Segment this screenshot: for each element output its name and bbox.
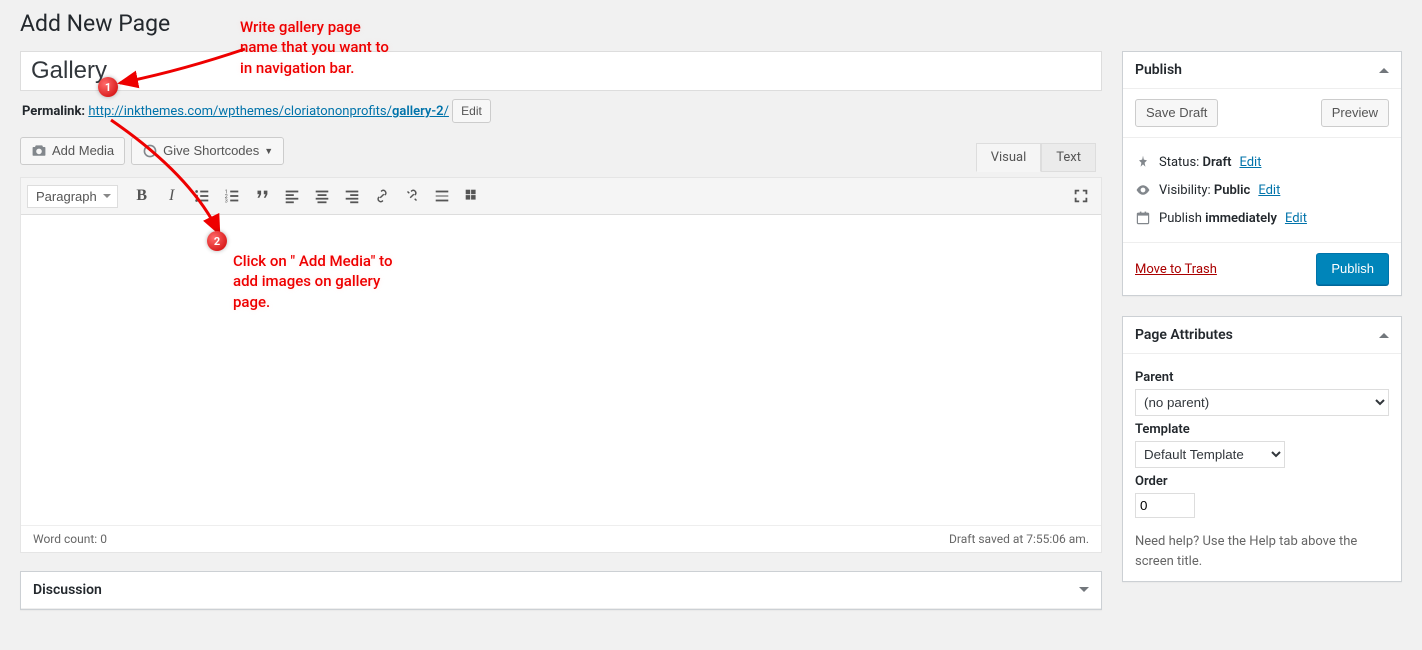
draft-saved-status: Draft saved at 7:55:06 am.: [949, 532, 1089, 546]
schedule-edit-link[interactable]: Edit: [1285, 211, 1307, 226]
template-label: Template: [1135, 422, 1389, 437]
add-media-button[interactable]: Add Media: [20, 137, 125, 165]
align-center-button[interactable]: [308, 182, 336, 210]
preview-button[interactable]: Preview: [1321, 99, 1389, 127]
permalink-label: Permalink:: [22, 104, 85, 119]
annotation-2-marker: 2: [207, 231, 227, 251]
chevron-up-icon: [1379, 328, 1389, 338]
calendar-icon: [1135, 210, 1151, 226]
order-input[interactable]: [1135, 493, 1195, 518]
discussion-box: Discussion: [20, 571, 1102, 610]
page-attributes-title: Page Attributes: [1135, 327, 1233, 343]
align-right-button[interactable]: [338, 182, 366, 210]
editor-toolbar: Paragraph B I 123: [21, 178, 1101, 215]
unlink-button[interactable]: [398, 182, 426, 210]
annotation-1-marker: 1: [98, 77, 118, 97]
bullet-list-button[interactable]: [188, 182, 216, 210]
annotation-2-text: Click on " Add Media" to add images on g…: [233, 251, 393, 312]
eye-icon: [1135, 182, 1151, 198]
blockquote-button[interactable]: [248, 182, 276, 210]
pin-icon: [1135, 154, 1151, 170]
insert-more-button[interactable]: [428, 182, 456, 210]
permalink-link[interactable]: http://inkthemes.com/wpthemes/cloriatono…: [88, 104, 449, 119]
permalink-edit-button[interactable]: Edit: [452, 99, 491, 123]
word-count: Word count: 0: [33, 532, 107, 546]
give-icon: [142, 143, 158, 159]
parent-select[interactable]: (no parent): [1135, 389, 1389, 416]
template-select[interactable]: Default Template: [1135, 441, 1285, 468]
move-to-trash-link[interactable]: Move to Trash: [1135, 262, 1217, 277]
italic-button[interactable]: I: [158, 182, 186, 210]
permalink-row: Permalink: http://inkthemes.com/wpthemes…: [22, 99, 1102, 123]
parent-label: Parent: [1135, 370, 1389, 385]
tab-text[interactable]: Text: [1041, 143, 1096, 172]
editor-content-area[interactable]: 2 Click on " Add Media" to add images on…: [21, 215, 1101, 525]
svg-text:3: 3: [225, 198, 228, 204]
publish-box: Publish Save Draft Preview Status: Draft…: [1122, 51, 1402, 296]
page-attributes-box: Page Attributes Parent (no parent) Templ…: [1122, 316, 1402, 582]
camera-icon: [31, 143, 47, 159]
attributes-help-text: Need help? Use the Help tab above the sc…: [1135, 532, 1389, 571]
order-label: Order: [1135, 474, 1389, 489]
status-label: Status: Draft: [1159, 155, 1231, 170]
page-title-input[interactable]: [20, 51, 1102, 91]
status-edit-link[interactable]: Edit: [1239, 155, 1261, 170]
format-select[interactable]: Paragraph: [27, 185, 118, 208]
discussion-toggle[interactable]: Discussion: [21, 572, 1101, 609]
publish-title: Publish: [1135, 62, 1182, 78]
publish-schedule-label: Publish immediately: [1159, 211, 1277, 226]
page-attributes-toggle[interactable]: Page Attributes: [1123, 317, 1401, 354]
chevron-down-icon: [1079, 587, 1089, 597]
align-left-button[interactable]: [278, 182, 306, 210]
fullscreen-button[interactable]: [1067, 182, 1095, 210]
link-button[interactable]: [368, 182, 396, 210]
chevron-up-icon: [1379, 63, 1389, 73]
publish-button[interactable]: Publish: [1316, 253, 1389, 285]
visibility-edit-link[interactable]: Edit: [1258, 183, 1280, 198]
publish-toggle[interactable]: Publish: [1123, 52, 1401, 89]
numbered-list-button[interactable]: 123: [218, 182, 246, 210]
page-heading: Add New Page: [20, 10, 1402, 37]
give-shortcodes-button[interactable]: Give Shortcodes ▼: [131, 137, 284, 165]
editor-box: Paragraph B I 123: [20, 177, 1102, 553]
toolbar-toggle-button[interactable]: [458, 182, 486, 210]
discussion-title: Discussion: [33, 582, 102, 598]
save-draft-button[interactable]: Save Draft: [1135, 99, 1218, 127]
bold-button[interactable]: B: [128, 182, 156, 210]
visibility-label: Visibility: Public: [1159, 183, 1250, 198]
tab-visual[interactable]: Visual: [976, 143, 1042, 172]
